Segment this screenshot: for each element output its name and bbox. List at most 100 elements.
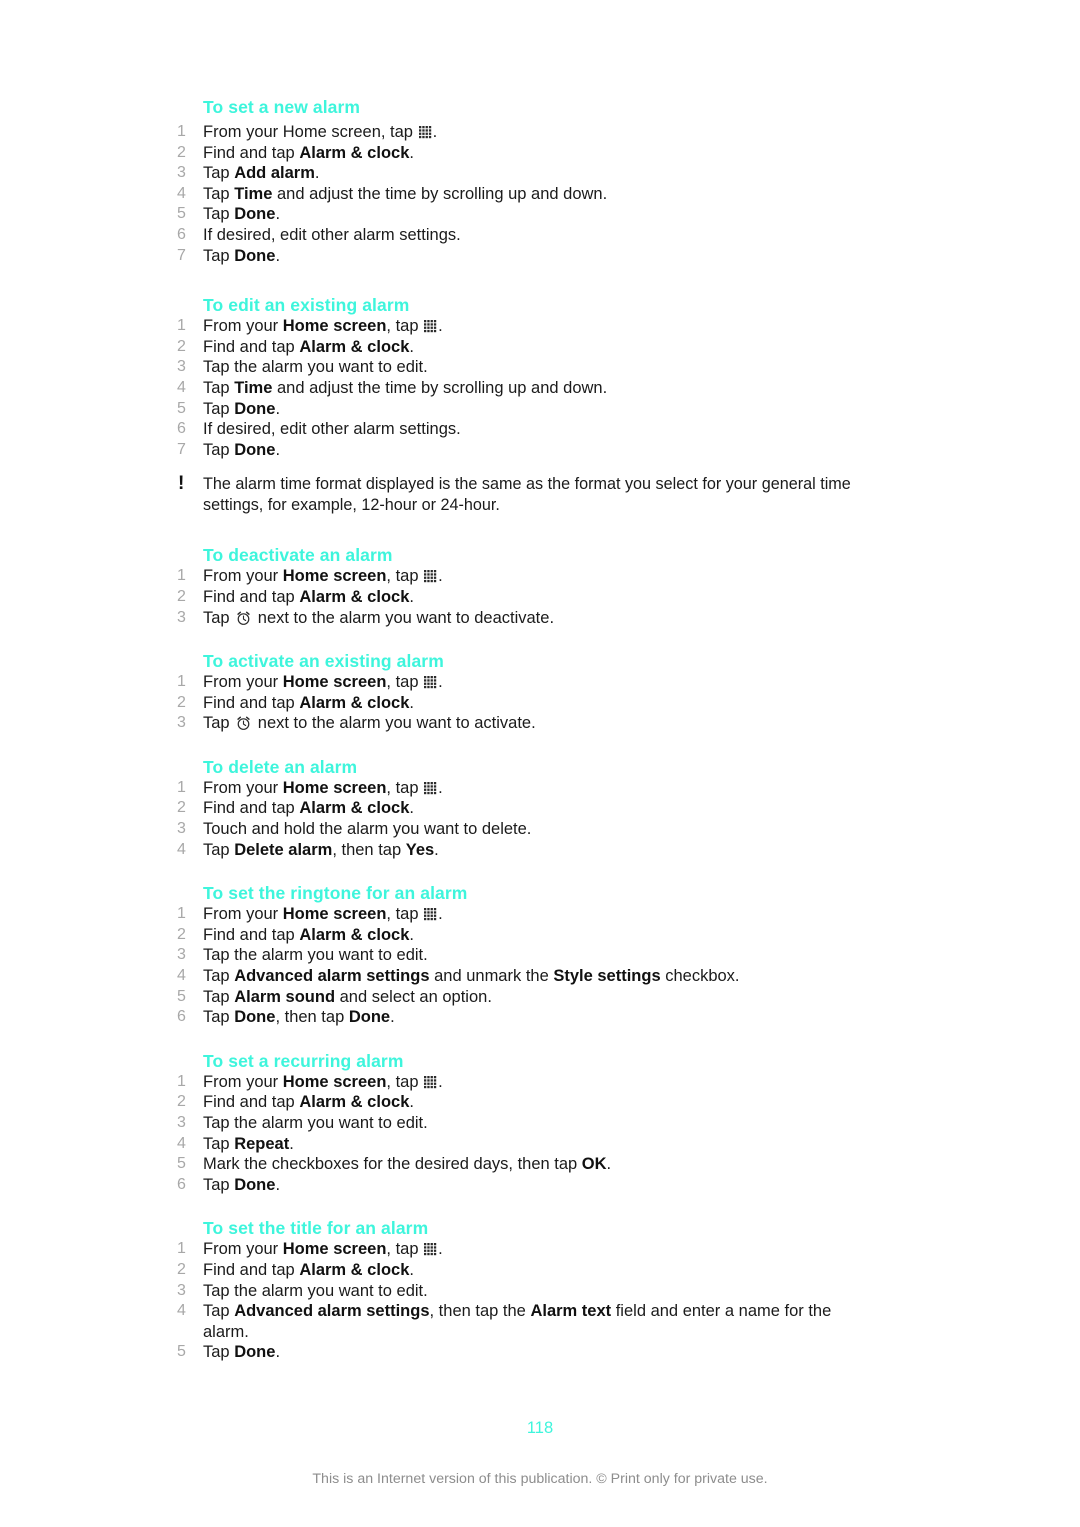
section-heading: To set a new alarm <box>203 97 361 117</box>
step-item: Find and tap Alarm & clock. <box>177 693 877 714</box>
section-heading: To set a recurring alarm <box>203 1050 404 1071</box>
step-text: From your Home screen, tap . <box>203 905 443 924</box>
note-text: The alarm time format displayed is the s… <box>203 475 851 515</box>
step-item: Tap Done. <box>177 399 877 420</box>
step-text: From your Home screen, tap . <box>203 123 438 141</box>
step-item: Find and tap Alarm & clock. <box>177 143 877 164</box>
step-text: Tap Repeat. <box>203 1134 294 1153</box>
step-list: From your Home screen, tap . Find and tap… <box>177 1072 877 1196</box>
step-text: Tap the alarm you want to edit. <box>203 946 428 965</box>
step-item: Tap Delete alarm, then tap Yes. <box>177 840 877 861</box>
step-item: From your Home screen, tap . <box>177 904 877 925</box>
section-heading: To edit an existing alarm <box>203 295 410 316</box>
app-drawer-grid-icon <box>424 676 437 689</box>
section-3: To deactivate an alarm From your Home scr… <box>177 544 877 628</box>
step-item: Find and tap Alarm & clock. <box>177 1092 877 1113</box>
step-item: Mark the checkboxes for the desired days… <box>177 1154 877 1175</box>
page-number: 118 <box>526 1419 554 1437</box>
step-text: From your Home screen, tap . <box>203 778 443 797</box>
step-item: Find and tap Alarm & clock. <box>177 798 877 819</box>
step-text: Find and tap Alarm & clock. <box>203 693 414 712</box>
footer-copyright-note: This is an Internet version of this publ… <box>312 1471 768 1487</box>
step-item: From your Home screen, tap . <box>177 778 877 799</box>
step-item: Tap the alarm you want to edit. <box>177 1281 877 1302</box>
step-item: Find and tap Alarm & clock. <box>177 925 877 946</box>
section-heading: To set the ringtone for an alarm <box>203 883 468 904</box>
step-list: From your Home screen, tap . Find and tap… <box>177 122 877 266</box>
step-text: From your Home screen, tap . <box>203 567 443 586</box>
step-text: Tap Advanced alarm settings, then tap th… <box>203 1302 832 1341</box>
section-5: To delete an alarm From your Home screen,… <box>177 756 877 860</box>
step-text: Find and tap Alarm & clock. <box>203 587 414 606</box>
step-text: Tap Time and adjust the time by scrollin… <box>203 184 608 203</box>
alarm-clock-icon <box>236 611 251 626</box>
section-heading: To delete an alarm <box>203 756 358 777</box>
step-item: If desired, edit other alarm settings. <box>177 419 877 440</box>
app-drawer-grid-icon <box>424 1075 437 1089</box>
step-item: From your Home screen, tap . <box>177 566 877 587</box>
step-text: From your Home screen, tap . <box>203 673 443 692</box>
step-item: From your Home screen, tap . <box>177 1072 877 1093</box>
step-text: Mark the checkboxes for the desired days… <box>203 1155 612 1174</box>
step-list: From your Home screen, tap . Find and tap… <box>177 672 877 734</box>
step-item: Tap Alarm sound and select an option. <box>177 987 877 1008</box>
app-drawer-grid-icon <box>424 320 437 333</box>
app-drawer-grid-icon <box>424 1243 437 1256</box>
section-1: To set a new alarm From your Home screen,… <box>177 96 877 266</box>
section-4: To activate an existing alarm From your H… <box>177 650 877 734</box>
step-item: Tap the alarm you want to edit. <box>177 357 877 378</box>
step-text: Find and tap Alarm & clock. <box>203 1093 414 1112</box>
step-item: Tap Done. <box>177 246 877 267</box>
step-text: Tap Done. <box>203 1175 281 1194</box>
step-item: Tap Done. <box>177 1342 877 1363</box>
app-drawer-grid-icon <box>424 570 437 583</box>
step-text: Tap the alarm you want to edit. <box>203 358 428 377</box>
section-6: To set the ringtone for an alarm From you… <box>177 882 877 1028</box>
step-text: If desired, edit other alarm settings. <box>203 225 461 244</box>
step-text: Tap Done. <box>203 399 281 418</box>
step-item: Tap Done. <box>177 1175 877 1196</box>
step-list: From your Home screen, tap . Find and tap… <box>177 316 877 460</box>
step-text: From your Home screen, tap . <box>203 1072 443 1091</box>
step-text: Find and tap Alarm & clock. <box>203 1260 414 1279</box>
step-text: Tap Done. <box>203 205 281 224</box>
step-item: Tap the alarm you want to edit. <box>177 1113 877 1134</box>
step-list: From your Home screen, tap . Find and tap… <box>177 1239 877 1363</box>
step-list: From your Home screen, tap . Find and tap… <box>177 778 877 860</box>
section-2: To edit an existing alarm From your Home … <box>177 294 877 516</box>
section-8: To set the title for an alarm From your H… <box>177 1217 877 1363</box>
step-text: Tap next to the alarm you want to deacti… <box>203 608 555 627</box>
step-text: Tap Done. <box>203 1343 281 1362</box>
step-text: Tap next to the alarm you want to activa… <box>203 714 536 733</box>
step-text: Tap the alarm you want to edit. <box>203 1281 428 1300</box>
step-text: Find and tap Alarm & clock. <box>203 337 414 356</box>
step-item: Tap Advanced alarm settings and unmark t… <box>177 966 877 987</box>
step-item: Tap Add alarm. <box>177 163 877 184</box>
page-content: To set a new alarm From your Home screen,… <box>177 96 877 1385</box>
step-item: From your Home screen, tap . <box>177 316 877 337</box>
step-text: From your Home screen, tap . <box>203 1240 443 1259</box>
exclamation-mark-icon: ! <box>178 473 185 495</box>
step-list: From your Home screen, tap . Find and tap… <box>177 566 877 628</box>
step-text: Tap Time and adjust the time by scrollin… <box>203 378 608 397</box>
step-text: Tap Done, then tap Done. <box>203 1008 395 1027</box>
step-text: Find and tap Alarm & clock. <box>203 143 414 162</box>
step-text: Tap the alarm you want to edit. <box>203 1114 428 1132</box>
step-text: Tap Add alarm. <box>203 164 320 183</box>
step-text: Tap Done. <box>203 440 281 459</box>
step-item: Find and tap Alarm & clock. <box>177 587 877 608</box>
step-item: Tap Done, then tap Done. <box>177 1007 877 1028</box>
step-item: Tap Done. <box>177 204 877 225</box>
step-item: Touch and hold the alarm you want to del… <box>177 819 877 840</box>
step-item: Tap Advanced alarm settings, then tap th… <box>177 1301 877 1342</box>
section-heading: To activate an existing alarm <box>203 651 444 672</box>
step-item: From your Home screen, tap . <box>177 672 877 693</box>
step-item: If desired, edit other alarm settings. <box>177 225 877 246</box>
